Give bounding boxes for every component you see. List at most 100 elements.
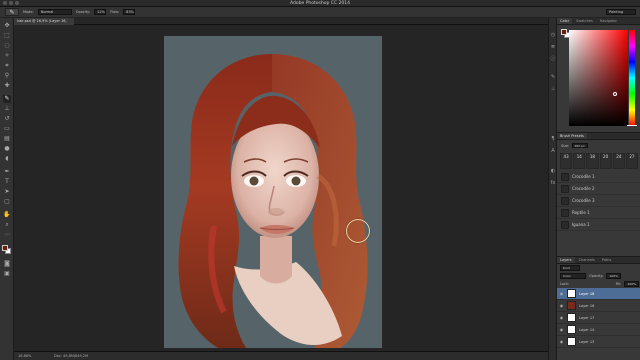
lasso-tool-icon[interactable]: ◌ [3,42,11,50]
layer-opacity-field[interactable]: 100% [606,273,621,279]
brush-size-row: Size: 482 px [561,143,589,148]
tab-layers[interactable]: Layers [557,257,575,263]
blur-tool-icon[interactable]: ● [3,145,11,153]
layer-thumbnail [567,301,576,310]
eyedropper-tool-icon[interactable]: ⚲ [3,72,11,80]
brush-tip-grid: 43 14 18 20 24 27 [560,153,638,169]
tab-channels[interactable]: Channels [576,257,598,263]
layer-row[interactable]: ◉ Layer 13 [557,336,640,348]
brush-panel-header: Brush Presets [557,133,640,140]
brush-tip[interactable]: 43 [560,153,573,169]
status-bar: 16.88% Doc: 49,8M/849,2M [14,351,548,360]
mode-select[interactable]: Normal [37,9,72,15]
list-item[interactable]: Reptile 1 [557,207,640,219]
screen-mode-icon[interactable]: ▣ [3,270,11,278]
foreground-color-swatch[interactable] [2,245,8,251]
brush-tool-icon[interactable]: ✎ [3,95,11,103]
layer-kind-filter[interactable]: Kind [560,265,580,271]
pen-tool-icon[interactable]: ✒ [3,168,11,176]
flow-field[interactable]: 83% [123,9,136,15]
zoom-tool-icon[interactable]: ⌕ [3,221,11,229]
brush-size-field[interactable]: 482 px [572,143,589,148]
list-item[interactable]: Crocodile 1 [557,171,640,183]
hue-slider-marker[interactable] [627,125,637,126]
brush-cursor [346,219,370,243]
hue-slider[interactable] [629,30,635,126]
brush-tip[interactable]: 27 [625,153,638,169]
history-brush-tool-icon[interactable]: ↺ [3,115,11,123]
blend-mode-select[interactable]: Color [560,273,586,279]
canvas-area[interactable] [14,25,548,351]
workspace-select[interactable]: Painting [606,9,636,15]
path-selection-tool-icon[interactable]: ➤ [3,188,11,196]
tab-navigator[interactable]: Navigator [597,18,620,24]
portrait-artwork[interactable] [164,36,382,348]
brush-tip[interactable]: 24 [612,153,625,169]
list-item[interactable]: Crocodile 3 [557,195,640,207]
tab-color[interactable]: Color [557,18,573,24]
marquee-tool-icon[interactable]: ⬚ [3,32,11,40]
brush-preset-list: Crocodile 1 Crocodile 2 Crocodile 3 Rept… [557,171,640,231]
layers-panel: Layers Channels Paths Kind Color Opacity… [557,256,640,360]
brush-thumbnail [561,208,569,217]
layer-thumbnail [567,325,576,334]
eye-icon[interactable]: ◉ [559,291,564,296]
document-size: Doc: 49,8M/849,2M [54,354,89,358]
tab-swatches[interactable]: Swatches [573,18,596,24]
brush-name: Crocodile 1 [572,174,595,179]
tab-paths[interactable]: Paths [599,257,615,263]
color-picker-field[interactable] [569,30,628,126]
list-item[interactable]: Crocodile 2 [557,183,640,195]
layer-row[interactable]: ◉ Layer 14 [557,324,640,336]
healing-brush-tool-icon[interactable]: ✚ [3,82,11,90]
brush-size-label: Size: [561,143,570,148]
layer-row[interactable]: ◉ Layer 17 [557,312,640,324]
more-tools-icon[interactable]: ⋯ [3,231,11,239]
brush-tool-preset-icon[interactable]: ✎ [5,8,19,16]
zoom-level[interactable]: 16.88% [18,354,31,358]
right-panels: Color Swatches Navigator Brush Presets S… [556,18,640,360]
dodge-tool-icon[interactable]: ◖ [3,155,11,163]
layer-thumbnail [567,337,576,346]
layer-thumbnail [567,313,576,322]
eye-icon[interactable]: ◉ [559,303,564,308]
brush-tip[interactable]: 20 [599,153,612,169]
fill-label: Fill: [615,282,622,286]
options-bar: ✎ Mode: Normal Opacity: 12% Flow: 83% Pa… [0,7,640,18]
brush-name: Reptile 1 [572,210,590,215]
list-item[interactable]: Iguana 1 [557,219,640,231]
type-tool-icon[interactable]: T [3,178,11,186]
layer-row[interactable]: ◉ Layer 16 [557,300,640,312]
brush-name: Iguana 1 [572,222,590,227]
opacity-label: Opacity: [75,10,91,14]
layer-name: Layer 17 [579,315,595,320]
gradient-tool-icon[interactable]: ▤ [3,135,11,143]
quick-selection-tool-icon[interactable]: ✧ [3,52,11,60]
layer-thumbnail [567,289,576,298]
color-panel: Color Swatches Navigator [557,18,640,130]
eye-icon[interactable]: ◉ [559,315,564,320]
tab-brush-presets[interactable]: Brush Presets [557,133,587,139]
tools-panel: ✥ ⬚ ◌ ✧ ⌗ ⚲ ✚ ✎ ⊥ ↺ ▭ ▤ ● ◖ ✒ T ➤ ▢ ✋ ⌕ … [0,18,14,360]
brush-thumbnail [561,184,569,193]
eye-icon[interactable]: ◉ [559,339,564,344]
fill-field[interactable]: 100% [624,281,639,287]
document-tab[interactable]: hair.psd @ 16,9% (Layer 16, RGB/8) [14,18,74,30]
eraser-tool-icon[interactable]: ▭ [3,125,11,133]
blend-row: Color Opacity: 100% [557,272,640,280]
rectangle-tool-icon[interactable]: ▢ [3,198,11,206]
brush-tip[interactable]: 14 [573,153,586,169]
layer-row[interactable]: ◉ Layer 18 [557,288,640,300]
picker-marker[interactable] [613,92,617,96]
brush-tip[interactable]: 18 [586,153,599,169]
opacity-field[interactable]: 12% [94,9,107,15]
crop-tool-icon[interactable]: ⌗ [3,62,11,70]
lock-label: Lock: [560,282,570,286]
eye-icon[interactable]: ◉ [559,327,564,332]
hand-tool-icon[interactable]: ✋ [3,211,11,219]
quick-mask-icon[interactable]: ◙ [3,260,11,268]
move-tool-icon[interactable]: ✥ [3,22,11,30]
panel-foreground-swatch[interactable] [561,29,567,35]
clone-stamp-tool-icon[interactable]: ⊥ [3,105,11,113]
brush-thumbnail [561,172,569,181]
